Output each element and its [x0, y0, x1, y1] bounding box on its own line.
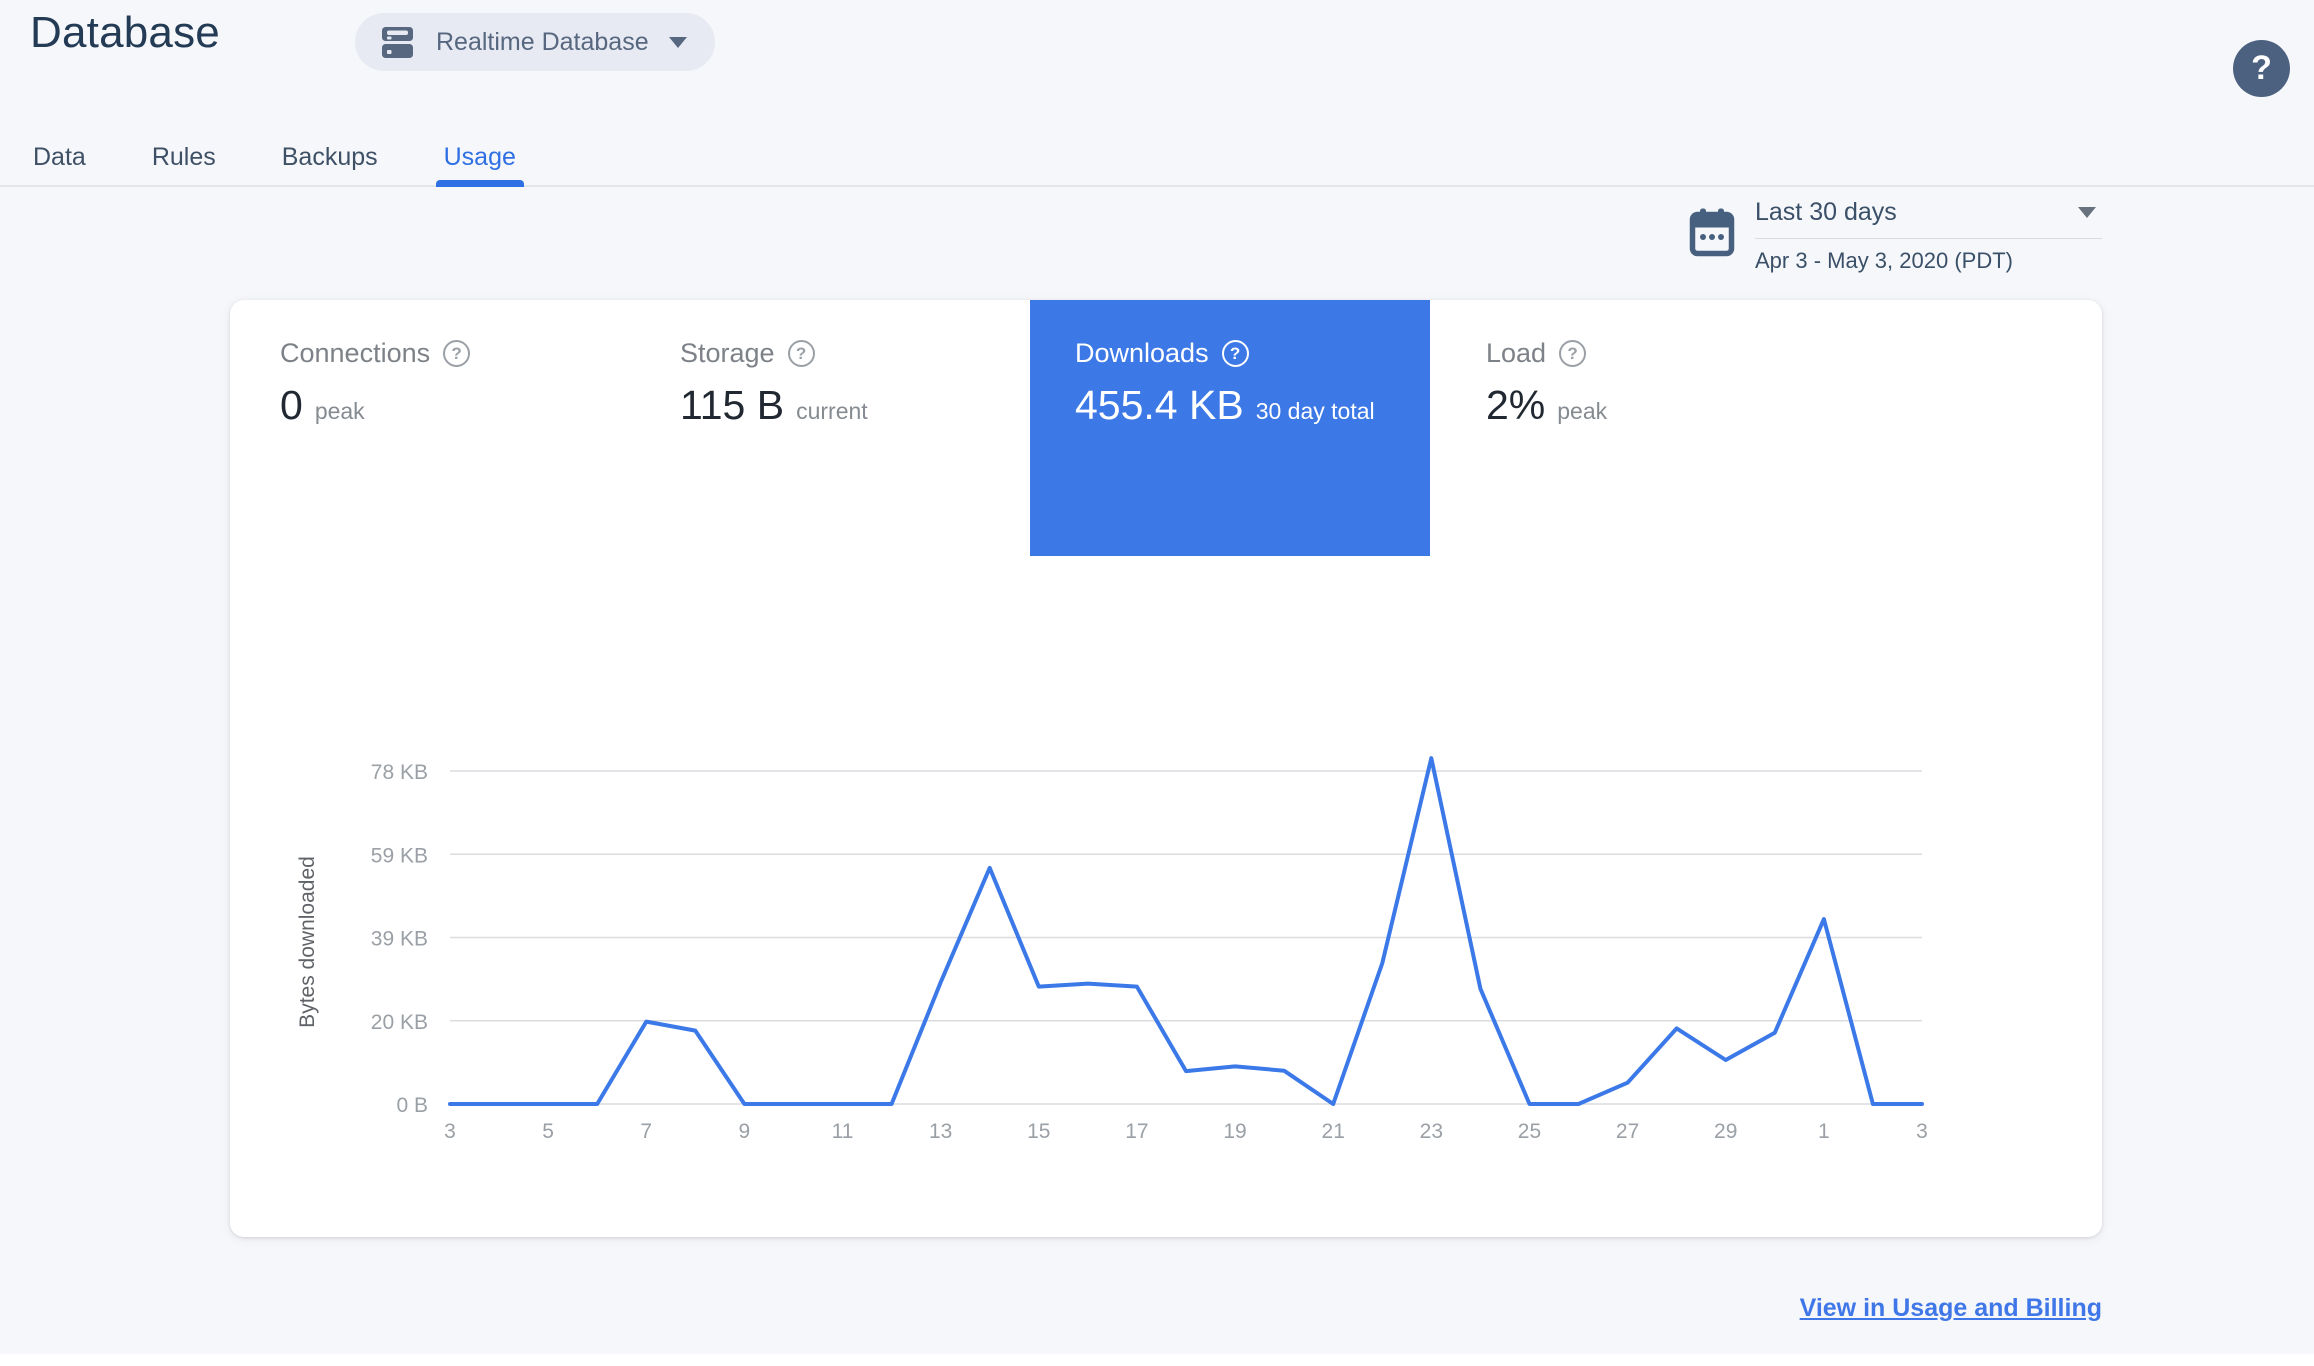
metric-value: 115 B: [680, 382, 785, 428]
help-icon[interactable]: ?: [787, 340, 815, 367]
tab-backups[interactable]: Backups: [282, 130, 378, 185]
tab-usage[interactable]: Usage: [435, 130, 525, 187]
svg-text:27: 27: [1616, 1120, 1639, 1143]
question-mark-icon: ?: [2251, 49, 2272, 87]
bottom-strip: [0, 1354, 2314, 1366]
svg-text:13: 13: [929, 1120, 952, 1143]
database-selector-dropdown[interactable]: Realtime Database: [355, 13, 715, 71]
svg-text:15: 15: [1027, 1120, 1050, 1143]
svg-text:0 B: 0 B: [396, 1094, 428, 1117]
bytes-downloaded-chart: 0 B20 KB39 KB59 KB78 KB3 5 7 9 11 13 15 17 19 21 2…: [296, 756, 1928, 1143]
metric-value: 0: [280, 382, 303, 428]
help-icon[interactable]: ?: [443, 340, 471, 367]
date-range-label: Last 30 days: [1755, 198, 1897, 226]
view-usage-billing-link[interactable]: View in Usage and Billing: [1800, 1294, 2102, 1323]
svg-text:17: 17: [1125, 1120, 1148, 1143]
metric-value: 455.4 KB: [1075, 382, 1244, 428]
svg-text:3: 3: [1916, 1120, 1928, 1143]
svg-text:59 KB: 59 KB: [371, 844, 428, 867]
date-range-detail: Apr 3 - May 3, 2020 (PDT): [1755, 248, 2013, 273]
tab-bar: Data Rules Backups Usage: [0, 130, 2314, 187]
metric-unit: current: [796, 398, 868, 424]
page-title: Database: [30, 8, 220, 57]
svg-text:39 KB: 39 KB: [371, 928, 428, 951]
metric-load[interactable]: Load ? 2% peak: [1486, 338, 1607, 429]
svg-text:19: 19: [1223, 1120, 1246, 1143]
svg-text:9: 9: [739, 1120, 751, 1143]
svg-text:7: 7: [640, 1120, 652, 1143]
svg-text:21: 21: [1322, 1120, 1345, 1143]
chevron-down-icon: [668, 36, 687, 48]
svg-text:3: 3: [444, 1120, 456, 1143]
metric-unit: peak: [1557, 398, 1608, 424]
svg-text:1: 1: [1818, 1120, 1830, 1143]
help-icon[interactable]: ?: [1559, 340, 1587, 367]
help-button[interactable]: ?: [2233, 40, 2290, 97]
date-range-selector[interactable]: Last 30 days Apr 3 - May 3, 2020 (PDT): [1688, 198, 2102, 274]
metric-label: Load: [1486, 338, 1547, 368]
metric-downloads-selected[interactable]: Downloads ? 455.4 KB 30 day total: [1030, 300, 1430, 556]
svg-text:11: 11: [832, 1120, 854, 1143]
svg-text:5: 5: [542, 1120, 554, 1143]
metric-storage[interactable]: Storage ? 115 B current: [680, 338, 868, 429]
calendar-icon: [1688, 207, 1736, 259]
help-icon[interactable]: ?: [1221, 340, 1249, 367]
metric-label: Storage: [680, 338, 775, 368]
svg-text:29: 29: [1714, 1120, 1737, 1143]
metric-unit: peak: [314, 398, 365, 424]
svg-text:Bytes downloaded: Bytes downloaded: [296, 856, 319, 1028]
metric-connections[interactable]: Connections ? 0 peak: [280, 338, 471, 429]
svg-text:23: 23: [1420, 1120, 1443, 1143]
svg-text:78 KB: 78 KB: [371, 761, 428, 784]
svg-text:20 KB: 20 KB: [371, 1011, 428, 1034]
tab-data[interactable]: Data: [33, 130, 86, 185]
database-icon: [379, 24, 416, 60]
metric-label: Connections: [280, 338, 431, 368]
tab-rules[interactable]: Rules: [152, 130, 216, 185]
metric-label: Downloads: [1075, 338, 1209, 368]
metric-unit: 30 day total: [1255, 398, 1375, 424]
database-selector-label: Realtime Database: [436, 27, 649, 56]
metric-value: 2%: [1486, 382, 1546, 428]
chevron-down-icon: [2078, 207, 2096, 218]
svg-text:25: 25: [1518, 1120, 1541, 1143]
